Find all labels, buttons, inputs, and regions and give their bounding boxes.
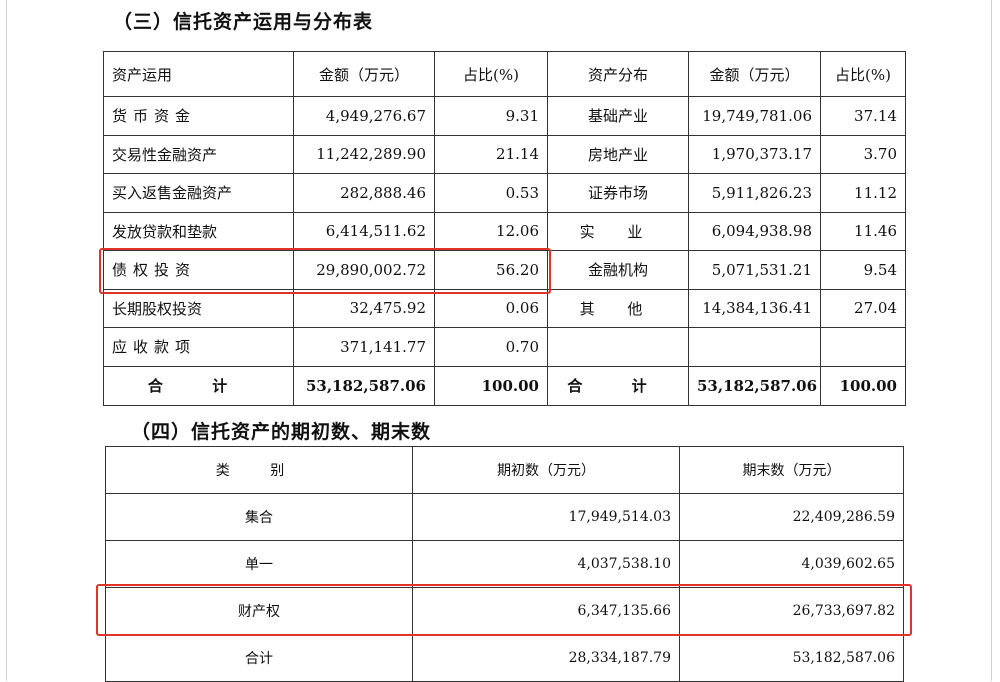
asset-distribution-label: 实 业 <box>547 211 689 251</box>
asset-distribution-amount: 6,094,938.98 <box>688 211 821 251</box>
page-left-edge <box>6 0 7 681</box>
asset-use-percent: 0.06 <box>434 288 548 328</box>
asset-use-amount: 11,242,289.90 <box>293 134 435 174</box>
asset-use-label: 交易性金融资产 <box>103 134 294 174</box>
header-asset-distribution: 资产分布 <box>547 51 689 97</box>
beginning-value: 28,334,187.79 <box>412 634 680 682</box>
section4-title: （四）信托资产的期初数、期末数 <box>131 421 432 443</box>
asset-use-amount: 4,949,276.67 <box>293 96 435 136</box>
asset-use-percent: 56.20 <box>434 250 548 290</box>
table-row: 发放贷款和垫款 6,414,511.62 12.06 实 业 6,094,938… <box>103 211 906 251</box>
asset-distribution-percent: 11.12 <box>820 173 906 213</box>
beginning-value: 17,949,514.03 <box>412 493 680 541</box>
asset-distribution-percent: 9.54 <box>820 250 906 290</box>
page-right-edge <box>991 0 992 681</box>
asset-distribution-percent: 37.14 <box>820 96 906 136</box>
category-label: 财产权 <box>105 587 413 635</box>
asset-use-amount: 6,414,511.62 <box>293 211 435 251</box>
asset-use-percent: 21.14 <box>434 134 548 174</box>
asset-use-label: 债权投资 <box>103 250 294 290</box>
asset-distribution-label: 基础产业 <box>547 96 689 136</box>
header-ending: 期末数（万元） <box>679 446 904 494</box>
header-percent: 占比(%) <box>820 51 906 97</box>
asset-use-amount: 371,141.77 <box>293 327 435 367</box>
table-row: 单一 4,037,538.10 4,039,602.65 <box>105 540 904 588</box>
asset-use-label: 应收款项 <box>103 327 294 367</box>
asset-distribution-label: 其 他 <box>547 288 689 328</box>
table-row: 交易性金融资产 11,242,289.90 21.14 房地产业 1,970,3… <box>103 134 906 174</box>
table-row: 长期股权投资 32,475.92 0.06 其 他 14,384,136.41 … <box>103 288 906 328</box>
table-header-row: 资产运用 金额（万元） 占比(%) 资产分布 金额（万元） 占比(%) <box>103 51 906 97</box>
header-asset-use: 资产运用 <box>103 51 294 97</box>
asset-distribution-amount: 5,911,826.23 <box>688 173 821 213</box>
trust-assets-begin-end-table: 类 别 期初数（万元） 期末数（万元） 集合 17,949,514.03 22,… <box>105 446 904 682</box>
asset-use-label: 长期股权投资 <box>103 288 294 328</box>
total-label: 合 计 <box>103 365 294 406</box>
asset-use-percent: 9.31 <box>434 96 548 136</box>
table-row: 买入返售金融资产 282,888.46 0.53 证券市场 5,911,826.… <box>103 173 906 213</box>
asset-distribution-percent <box>820 327 906 367</box>
table-row: 债权投资 29,890,002.72 56.20 金融机构 5,071,531.… <box>103 250 906 290</box>
asset-distribution-amount: 19,749,781.06 <box>688 96 821 136</box>
asset-distribution-label: 证券市场 <box>547 173 689 213</box>
asset-distribution-amount: 1,970,373.17 <box>688 134 821 174</box>
ending-value: 26,733,697.82 <box>679 587 904 635</box>
ending-value: 53,182,587.06 <box>679 634 904 682</box>
asset-use-percent: 0.70 <box>434 327 548 367</box>
total-label: 合 计 <box>547 365 689 406</box>
asset-use-percent: 0.53 <box>434 173 548 213</box>
asset-distribution-amount <box>688 327 821 367</box>
total-distribution-percent: 100.00 <box>820 365 906 406</box>
table-row: 财产权 6,347,135.66 26,733,697.82 <box>105 587 904 635</box>
header-beginning: 期初数（万元） <box>412 446 680 494</box>
total-distribution-amount: 53,182,587.06 <box>688 365 821 406</box>
category-label: 合计 <box>105 634 413 682</box>
section3-title: （三）信托资产运用与分布表 <box>113 11 374 33</box>
asset-distribution-label: 房地产业 <box>547 134 689 174</box>
total-use-percent: 100.00 <box>434 365 548 406</box>
asset-distribution-percent: 3.70 <box>820 134 906 174</box>
asset-distribution-amount: 14,384,136.41 <box>688 288 821 328</box>
category-label: 集合 <box>105 493 413 541</box>
asset-use-label: 发放贷款和垫款 <box>103 211 294 251</box>
ending-value: 4,039,602.65 <box>679 540 904 588</box>
table-row: 集合 17,949,514.03 22,409,286.59 <box>105 493 904 541</box>
table-header-row: 类 别 期初数（万元） 期末数（万元） <box>105 446 904 494</box>
table-row: 货币资金 4,949,276.67 9.31 基础产业 19,749,781.0… <box>103 96 906 136</box>
category-label: 单一 <box>105 540 413 588</box>
asset-distribution-label: 金融机构 <box>547 250 689 290</box>
asset-distribution-amount: 5,071,531.21 <box>688 250 821 290</box>
header-percent: 占比(%) <box>434 51 548 97</box>
header-amount: 金额（万元） <box>688 51 821 97</box>
asset-distribution-percent: 27.04 <box>820 288 906 328</box>
total-use-amount: 53,182,587.06 <box>293 365 435 406</box>
asset-distribution-table: 资产运用 金额（万元） 占比(%) 资产分布 金额（万元） 占比(%) 货币资金… <box>103 51 906 406</box>
asset-use-amount: 282,888.46 <box>293 173 435 213</box>
asset-distribution-percent: 11.46 <box>820 211 906 251</box>
beginning-value: 4,037,538.10 <box>412 540 680 588</box>
table-row: 应收款项 371,141.77 0.70 <box>103 327 906 367</box>
total-row: 合 计 53,182,587.06 100.00 合 计 53,182,587.… <box>103 365 906 406</box>
asset-distribution-label <box>547 327 689 367</box>
header-amount: 金额（万元） <box>293 51 435 97</box>
header-category: 类 别 <box>105 446 413 494</box>
asset-use-amount: 32,475.92 <box>293 288 435 328</box>
beginning-value: 6,347,135.66 <box>412 587 680 635</box>
asset-use-label: 买入返售金融资产 <box>103 173 294 213</box>
asset-use-percent: 12.06 <box>434 211 548 251</box>
ending-value: 22,409,286.59 <box>679 493 904 541</box>
asset-use-amount: 29,890,002.72 <box>293 250 435 290</box>
asset-use-label: 货币资金 <box>103 96 294 136</box>
table-row: 合计 28,334,187.79 53,182,587.06 <box>105 634 904 682</box>
